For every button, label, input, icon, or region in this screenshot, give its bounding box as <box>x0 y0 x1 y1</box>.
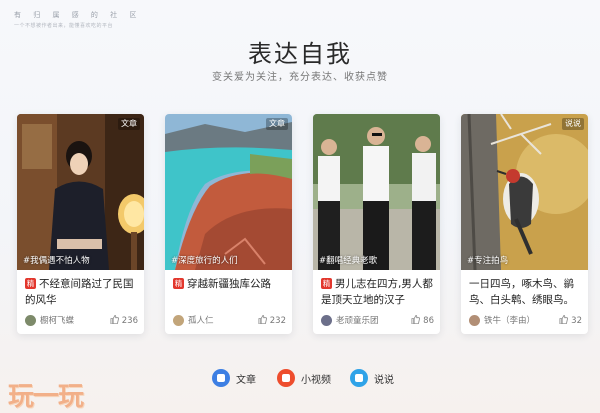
thumbs-up-icon <box>110 315 119 324</box>
thumbs-up-icon <box>258 315 267 324</box>
post-card[interactable]: 文章 #深度旅行的人们 精穿越新疆独库公路 孤人仁 232 <box>165 114 292 334</box>
photo-woodpecker <box>461 114 588 270</box>
topic-hashtag[interactable]: #专注拍鸟 <box>467 254 508 266</box>
nav-talk[interactable]: 说说 <box>350 368 394 388</box>
post-thumbnail[interactable]: #翻唱经典老歌 <box>313 114 440 270</box>
avatar[interactable] <box>173 315 184 326</box>
brand-slogan: 一个不想被作者出来，能懂喜欢吃的平台 <box>14 23 114 29</box>
post-thumbnail[interactable]: 文章 #我偶遇不怕人物 <box>17 114 144 270</box>
post-title-text: 男儿志在四方,男人都是顶天立地的汉子 <box>321 278 433 306</box>
watermark: 玩一玩 <box>8 382 84 412</box>
hero-subtitle: 变关爱为关注，充分表达、收获点赞 <box>212 72 388 83</box>
post-card[interactable]: 文章 #我偶遇不怕人物 精不经意间路过了民国的风华 橱柯飞蝶 236 <box>17 114 144 334</box>
post-footer: 铁牛（李由） 32 <box>469 314 582 328</box>
type-tag: 文章 <box>266 118 288 130</box>
featured-badge: 精 <box>321 278 332 289</box>
like-count: 236 <box>121 316 138 326</box>
like-button[interactable]: 32 <box>559 314 582 328</box>
like-button[interactable]: 86 <box>411 314 434 328</box>
author-name[interactable]: 橱柯飞蝶 <box>40 314 74 328</box>
like-count: 232 <box>269 316 286 326</box>
brand-name: 有 归 属 感 的 社 区 <box>14 11 142 19</box>
hero-title: 表达自我 <box>248 40 352 68</box>
avatar[interactable] <box>469 315 480 326</box>
post-title[interactable]: 精穿越新疆独库公路 <box>173 276 285 292</box>
nav-article[interactable]: 文章 <box>212 368 256 388</box>
post-footer: 老顽童乐团 86 <box>321 314 434 328</box>
like-count: 32 <box>571 316 582 326</box>
post-footer: 孤人仁 232 <box>173 314 286 328</box>
photo-turquoise-lake <box>165 114 292 270</box>
nav-video[interactable]: 小视频 <box>277 368 331 388</box>
singer-left <box>318 139 340 270</box>
topic-hashtag[interactable]: #翻唱经典老歌 <box>319 254 377 266</box>
photo-three-singers <box>313 114 440 270</box>
post-title-text: 穿越新疆独库公路 <box>187 278 271 290</box>
thumbs-up-icon <box>411 315 421 324</box>
featured-badge: 精 <box>25 278 36 289</box>
type-tag: 文章 <box>118 118 140 130</box>
post-footer: 橱柯飞蝶 236 <box>25 314 138 328</box>
singer-right <box>412 136 436 270</box>
post-thumbnail[interactable]: 文章 #深度旅行的人们 <box>165 114 292 270</box>
thumbs-up-icon <box>559 315 569 324</box>
post-thumbnail[interactable]: 说说 #专注拍鸟 <box>461 114 588 270</box>
author-name[interactable]: 铁牛（李由） <box>484 314 535 328</box>
nav-video-label: 小视频 <box>301 374 331 386</box>
brand: 有 归 属 感 的 社 区 一个不想被作者出来，能懂喜欢吃的平台 <box>14 10 141 29</box>
like-count: 86 <box>423 316 434 326</box>
type-tag: 说说 <box>562 118 584 130</box>
author-name[interactable]: 老顽童乐团 <box>336 314 379 328</box>
nav-talk-label: 说说 <box>374 374 394 386</box>
topic-hashtag[interactable]: #我偶遇不怕人物 <box>23 254 90 266</box>
talk-icon <box>350 369 368 387</box>
post-title-text: 一日四鸟，啄木鸟、鹟鸟、白头鹎、绣眼鸟。 <box>469 278 574 306</box>
like-button[interactable]: 236 <box>110 314 138 328</box>
post-title[interactable]: 精男儿志在四方,男人都是顶天立地的汉子 <box>321 276 433 308</box>
avatar[interactable] <box>321 315 332 326</box>
post-card[interactable]: #翻唱经典老歌 精男儿志在四方,男人都是顶天立地的汉子 老顽童乐团 86 <box>313 114 440 334</box>
topic-hashtag[interactable]: #深度旅行的人们 <box>171 254 238 266</box>
post-title-text: 不经意间路过了民国的风华 <box>25 278 134 306</box>
author-name[interactable]: 孤人仁 <box>188 314 214 328</box>
post-card[interactable]: 说说 #专注拍鸟 一日四鸟，啄木鸟、鹟鸟、白头鹎、绣眼鸟。 铁牛（李由） 32 <box>461 114 588 334</box>
article-icon <box>212 369 230 387</box>
nav-article-label: 文章 <box>236 374 256 386</box>
photo-woman-qipao <box>17 114 144 270</box>
singer-middle <box>363 127 389 270</box>
like-button[interactable]: 232 <box>258 314 286 328</box>
post-title[interactable]: 精不经意间路过了民国的风华 <box>25 276 137 308</box>
avatar[interactable] <box>25 315 36 326</box>
featured-badge: 精 <box>173 278 184 289</box>
video-icon <box>277 369 295 387</box>
post-title[interactable]: 一日四鸟，啄木鸟、鹟鸟、白头鹎、绣眼鸟。 <box>469 276 581 308</box>
